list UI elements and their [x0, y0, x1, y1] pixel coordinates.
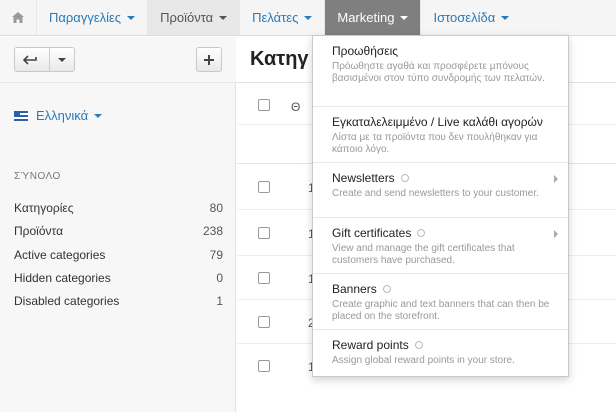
info-icon [414, 341, 423, 349]
info-icon [400, 174, 409, 182]
menu-item-reward-points[interactable]: Reward points Assign global reward point… [313, 330, 568, 376]
caret-down-icon [127, 15, 136, 20]
top-navigation: Παραγγελίες Προϊόντα Πελάτες Marketing Ι… [0, 0, 616, 36]
plus-icon [204, 54, 214, 65]
language-selector[interactable]: Ελληνικά [14, 108, 103, 123]
stat-hidden-categories: Hidden categories 0 [14, 271, 223, 285]
menu-item-abandoned-carts[interactable]: Εγκαταλελειμμένο / Live καλάθι αγορών Λί… [313, 107, 568, 163]
home-icon [12, 12, 24, 23]
page-title: Κατηγ [250, 48, 309, 70]
menu-item-newsletters[interactable]: Newsletters Create and send newsletters … [313, 163, 568, 218]
add-button[interactable] [196, 47, 222, 72]
row-checkbox[interactable] [258, 316, 270, 328]
stat-categories: Κατηγορίες 80 [14, 201, 223, 215]
home-button[interactable] [0, 0, 36, 35]
submenu-arrow-icon [554, 230, 558, 238]
caret-down-icon [58, 57, 66, 62]
submenu-arrow-icon [554, 175, 558, 183]
stat-disabled-categories: Disabled categories 1 [14, 294, 223, 308]
nav-orders[interactable]: Παραγγελίες [36, 0, 147, 35]
menu-item-banners[interactable]: Banners Create graphic and text banners … [313, 274, 568, 330]
info-icon [417, 229, 426, 237]
caret-down-icon [94, 113, 103, 118]
menu-item-promotions[interactable]: Προωθήσεις Πρόωθηστε αγαθά και προσφέρετ… [313, 36, 568, 107]
summary-title: ΣΎΝΟΛΟ [14, 171, 61, 182]
greek-flag-icon [14, 110, 28, 121]
row-checkbox[interactable] [258, 360, 270, 372]
back-button[interactable] [14, 47, 75, 72]
caret-down-icon [304, 15, 313, 20]
nav-products[interactable]: Προϊόντα [147, 0, 240, 35]
row-checkbox[interactable] [258, 227, 270, 239]
back-arrow-icon [23, 54, 37, 65]
nav-website[interactable]: Ιστοσελίδα [420, 0, 521, 35]
caret-down-icon [400, 15, 409, 20]
nav-marketing[interactable]: Marketing [324, 0, 421, 35]
nav-customers[interactable]: Πελάτες [239, 0, 324, 35]
stat-active-categories: Active categories 79 [14, 248, 223, 262]
select-all-checkbox[interactable] [258, 99, 270, 111]
marketing-dropdown-menu: Προωθήσεις Πρόωθηστε αγαθά και προσφέρετ… [312, 35, 569, 377]
menu-item-gift-certificates[interactable]: Gift certificates View and manage the gi… [313, 218, 568, 274]
row-checkbox[interactable] [258, 272, 270, 284]
stat-products: Προϊόντα 238 [14, 224, 223, 238]
caret-down-icon [219, 15, 228, 20]
row-checkbox[interactable] [258, 181, 270, 193]
caret-down-icon [501, 15, 510, 20]
column-header-fragment: Θ [291, 100, 301, 114]
info-icon [382, 285, 391, 293]
